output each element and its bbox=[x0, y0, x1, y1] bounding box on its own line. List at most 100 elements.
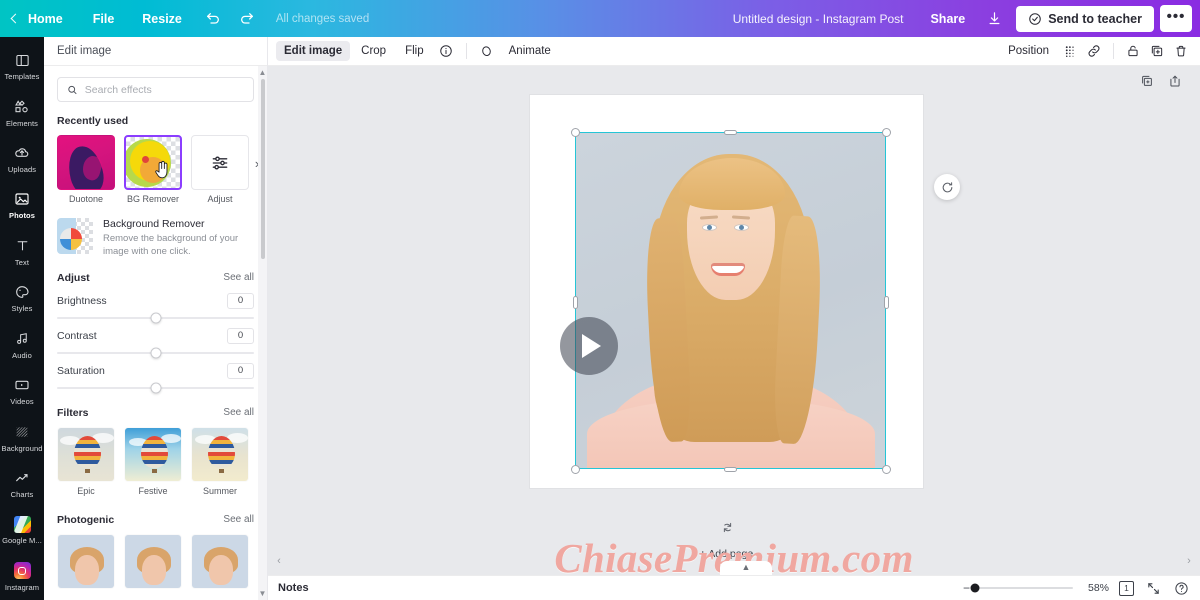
effect-duotone[interactable]: Duotone bbox=[57, 135, 115, 204]
slider-brightness-knob[interactable] bbox=[150, 312, 161, 324]
photogenic-item-1[interactable] bbox=[57, 533, 115, 589]
canvas-scroll-right-icon[interactable]: › bbox=[1184, 554, 1194, 568]
info-icon bbox=[439, 45, 452, 57]
adjust-thumbnail[interactable] bbox=[191, 135, 249, 190]
effect-bg-remover[interactable]: BG Remover bbox=[124, 135, 182, 204]
panel-scroll-down-icon[interactable]: ▼ bbox=[259, 589, 267, 598]
duplicate-page-icon bbox=[1142, 75, 1152, 86]
filter-epic[interactable]: Epic bbox=[57, 426, 115, 496]
notes-collapse-toggle[interactable]: ▲ bbox=[720, 561, 772, 575]
slider-contrast-knob[interactable] bbox=[150, 347, 161, 359]
photogenic-thumbnail-3[interactable] bbox=[191, 533, 249, 589]
filter-epic-thumbnail[interactable] bbox=[57, 426, 115, 482]
filter-festive[interactable]: Festive bbox=[124, 426, 182, 496]
filter-summer[interactable]: Summer bbox=[191, 426, 249, 496]
zoom-slider[interactable]: − bbox=[963, 581, 1073, 595]
sidebar-item-photos[interactable]: Photos bbox=[0, 182, 44, 228]
help-button[interactable] bbox=[1172, 579, 1190, 597]
slider-saturation-track[interactable] bbox=[57, 382, 254, 394]
sidebar-item-styles[interactable]: Styles bbox=[0, 275, 44, 321]
panel-scroll-up-icon[interactable]: ▲ bbox=[259, 68, 267, 77]
home-button[interactable]: Home bbox=[0, 0, 79, 37]
rotate-handle[interactable] bbox=[934, 174, 960, 200]
slider-brightness-track[interactable] bbox=[57, 312, 254, 324]
tab-edit-image[interactable]: Edit image bbox=[276, 41, 351, 61]
transparency-button[interactable] bbox=[1059, 40, 1081, 62]
slider-contrast-value[interactable]: 0 bbox=[227, 327, 254, 344]
sidebar-item-background[interactable]: Background bbox=[0, 414, 44, 460]
resize-handle-tl[interactable] bbox=[571, 128, 580, 137]
sidebar-item-videos[interactable]: Videos bbox=[0, 368, 44, 414]
bg-remover-thumbnail[interactable] bbox=[124, 135, 182, 190]
sidebar-item-uploads[interactable]: Uploads bbox=[0, 136, 44, 182]
panel-scroll-thumb[interactable] bbox=[261, 79, 265, 259]
add-page-button[interactable]: + Add page bbox=[530, 518, 923, 560]
resize-handle-right[interactable] bbox=[884, 296, 889, 309]
info-button[interactable] bbox=[435, 40, 457, 62]
photogenic-see-all[interactable]: See all bbox=[223, 514, 254, 525]
animate-icon-button[interactable] bbox=[476, 40, 498, 62]
adjust-see-all[interactable]: See all bbox=[223, 272, 254, 283]
duotone-thumbnail[interactable] bbox=[57, 135, 115, 190]
position-button[interactable]: Position bbox=[1000, 41, 1057, 61]
zoom-out-icon[interactable]: − bbox=[963, 581, 970, 595]
trash-icon bbox=[1176, 45, 1186, 57]
resize-handle-top[interactable] bbox=[724, 130, 737, 135]
more-options-button[interactable]: ••• bbox=[1160, 5, 1192, 32]
resize-button[interactable]: Resize bbox=[128, 0, 196, 37]
photogenic-item-3[interactable] bbox=[191, 533, 249, 589]
link-button[interactable] bbox=[1083, 40, 1105, 62]
duplicate-button[interactable] bbox=[1146, 40, 1168, 62]
filter-summer-thumbnail[interactable] bbox=[191, 426, 249, 482]
photogenic-item-2[interactable] bbox=[124, 533, 182, 589]
tab-crop[interactable]: Crop bbox=[353, 41, 394, 61]
slider-saturation-value[interactable]: 0 bbox=[227, 362, 254, 379]
tab-flip[interactable]: Flip bbox=[397, 41, 432, 61]
design-page[interactable] bbox=[530, 95, 923, 488]
play-button[interactable] bbox=[560, 317, 618, 375]
resize-handle-tr[interactable] bbox=[882, 128, 891, 137]
document-title[interactable]: Untitled design - Instagram Post bbox=[719, 12, 918, 26]
notes-button[interactable]: Notes bbox=[278, 582, 309, 594]
export-page-button[interactable] bbox=[1168, 74, 1182, 93]
resize-handle-left[interactable] bbox=[573, 296, 578, 309]
expand-button[interactable] bbox=[1144, 579, 1162, 597]
sidebar-item-google-maps[interactable]: Google M... bbox=[0, 507, 44, 553]
photo-element[interactable] bbox=[575, 132, 886, 469]
sidebar-item-charts[interactable]: Charts bbox=[0, 461, 44, 507]
slider-saturation-knob[interactable] bbox=[150, 382, 161, 394]
delete-button[interactable] bbox=[1170, 40, 1192, 62]
slider-brightness-value[interactable]: 0 bbox=[227, 292, 254, 309]
download-button[interactable] bbox=[978, 6, 1010, 32]
file-menu[interactable]: File bbox=[79, 0, 129, 37]
sidebar-item-audio[interactable]: Audio bbox=[0, 322, 44, 368]
canvas-area[interactable]: + Add page ChiasePremium.com ‹ › ▲ bbox=[268, 66, 1200, 575]
canvas-scroll-left-icon[interactable]: ‹ bbox=[274, 554, 284, 568]
sidebar-item-text[interactable]: Text bbox=[0, 229, 44, 275]
search-effects-box[interactable] bbox=[57, 77, 254, 102]
zoom-slider-track[interactable] bbox=[970, 583, 1073, 593]
undo-button[interactable] bbox=[196, 0, 230, 37]
page-count-button[interactable]: 1 bbox=[1119, 580, 1134, 596]
sidebar-item-templates[interactable]: Templates bbox=[0, 43, 44, 89]
redo-button[interactable] bbox=[230, 0, 264, 37]
effect-adjust[interactable]: Adjust bbox=[191, 135, 249, 204]
background-remover-card[interactable]: Background Remover Remove the background… bbox=[57, 218, 254, 259]
lock-button[interactable] bbox=[1122, 40, 1144, 62]
send-to-teacher-button[interactable]: Send to teacher bbox=[1016, 5, 1154, 32]
sidebar-item-elements[interactable]: Elements bbox=[0, 89, 44, 135]
search-input[interactable] bbox=[84, 83, 244, 96]
filters-see-all[interactable]: See all bbox=[223, 407, 254, 418]
sidebar-item-instagram[interactable]: Instagram bbox=[0, 554, 44, 600]
resize-handle-bl[interactable] bbox=[571, 465, 580, 474]
share-button[interactable]: Share bbox=[917, 6, 978, 32]
resize-handle-bottom[interactable] bbox=[724, 467, 737, 472]
filter-festive-thumbnail[interactable] bbox=[124, 426, 182, 482]
photogenic-thumbnail-1[interactable] bbox=[57, 533, 115, 589]
resize-handle-br[interactable] bbox=[882, 465, 891, 474]
duplicate-page-button[interactable] bbox=[1140, 74, 1154, 93]
slider-contrast-track[interactable] bbox=[57, 347, 254, 359]
photogenic-thumbnail-2[interactable] bbox=[124, 533, 182, 589]
zoom-slider-knob[interactable] bbox=[970, 583, 980, 593]
animate-button[interactable]: Animate bbox=[501, 41, 559, 61]
